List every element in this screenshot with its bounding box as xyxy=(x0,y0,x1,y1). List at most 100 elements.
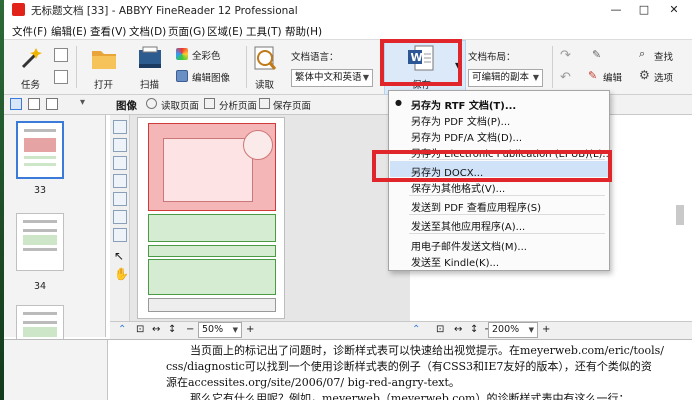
zoom-out-icon[interactable]: − xyxy=(186,324,194,335)
fit-page-icon[interactable]: ⊡ xyxy=(436,324,444,335)
fit-width-icon[interactable]: ↔ xyxy=(454,324,462,335)
menu-area[interactable]: 区域(E) xyxy=(207,24,243,39)
table-area-tool-icon[interactable] xyxy=(113,156,127,170)
layout-select[interactable]: 可编辑的副本 ▼ xyxy=(468,69,543,87)
thumbnail-page-number: 33 xyxy=(34,185,47,196)
save-page-button[interactable]: 保存页面 xyxy=(273,98,311,112)
task-button[interactable]: 任务 xyxy=(12,43,52,93)
scanned-page-image[interactable] xyxy=(137,117,285,319)
title-bar: 无标题文档 [33] - ABBYY FineReader 12 Profess… xyxy=(4,0,692,20)
fit-width-icon[interactable]: ↔ xyxy=(152,324,160,335)
thumbnail-pane-continued xyxy=(4,340,108,400)
text-zoom-value: 200% xyxy=(492,324,520,335)
pencil-icon: ✎ xyxy=(592,48,602,61)
pointer-icon[interactable]: ↖ xyxy=(114,249,124,263)
image-edit-icon xyxy=(176,70,188,82)
save-other-format-item[interactable]: 保存为其他格式(V)... xyxy=(411,180,505,195)
details-view-icon[interactable] xyxy=(46,98,58,110)
color-mode-label: 全彩色 xyxy=(192,51,221,62)
image-zoom-value: 50% xyxy=(202,324,224,335)
background-area-tool-icon[interactable] xyxy=(113,174,127,188)
color-mode-button[interactable]: 全彩色 xyxy=(176,47,248,63)
binoculars-icon: ⌕ xyxy=(639,47,646,60)
text-area[interactable] xyxy=(148,259,276,295)
zoom-in-icon[interactable]: + xyxy=(246,324,254,335)
save-highlight-box xyxy=(380,39,462,86)
hand-icon[interactable]: ✋ xyxy=(114,267,129,281)
document-paragraph-line: css/diagnostic可以找到一个使用诊断样式表的例子（有CSS3和IE7… xyxy=(166,360,652,373)
email-document-item[interactable]: 用电子邮件发送文档(M)... xyxy=(411,238,527,253)
menu-page[interactable]: 页面(G) xyxy=(168,24,205,39)
save-pdfa-item[interactable]: 另存为 PDF/A 文档(D)... xyxy=(411,129,522,144)
find-button[interactable]: ⌕ 查找 xyxy=(639,47,691,64)
doc-language-select[interactable]: 繁体中文和英语 ▼ xyxy=(291,69,373,87)
send-to-pdf-viewer-item[interactable]: 发送到 PDF 查看应用程序(S) xyxy=(411,199,541,214)
thumbnail-pane: 33 34 35 xyxy=(4,115,106,384)
collapse-icon[interactable]: ⌃ xyxy=(118,324,126,335)
menu-view[interactable]: 查看(V) xyxy=(90,24,126,39)
menu-separator xyxy=(409,195,605,196)
delete-area-tool-icon[interactable] xyxy=(113,210,127,224)
resize-area-tool-icon[interactable] xyxy=(113,228,127,242)
doc-language-value: 繁体中文和英语 xyxy=(295,72,362,83)
fit-page-icon[interactable]: ⊡ xyxy=(136,324,144,335)
new-doc-icon[interactable] xyxy=(54,48,68,62)
page-icon[interactable] xyxy=(54,70,68,84)
scan-label: 扫描 xyxy=(140,80,160,91)
menu-file[interactable]: 文件(F) xyxy=(12,24,47,39)
open-button[interactable]: 打开 xyxy=(84,43,124,93)
read-page-icon xyxy=(146,98,157,109)
text-area[interactable] xyxy=(148,298,276,312)
minimize-button[interactable]: — xyxy=(602,0,630,20)
image-zoom-select[interactable]: 50% ▼ xyxy=(198,322,242,338)
options-label: 选项 xyxy=(654,73,674,84)
analyze-page-button[interactable]: 分析页面 xyxy=(219,98,257,112)
read-page-button[interactable]: 读取页面 xyxy=(161,98,199,112)
menu-tools[interactable]: 工具(T) xyxy=(246,24,282,39)
picture-area[interactable] xyxy=(148,123,276,211)
edit-label: 编辑 xyxy=(603,73,623,84)
save-pdf-item[interactable]: 另存为 PDF 文档(P)... xyxy=(411,113,510,128)
page-thumbnail[interactable] xyxy=(16,121,64,179)
menu-document[interactable]: 文档(D) xyxy=(129,24,166,39)
zoom-in-icon[interactable]: + xyxy=(542,324,550,335)
menu-help[interactable]: 帮助(H) xyxy=(285,24,322,39)
send-to-other-app-item[interactable]: 发送至其他应用程序(A)... xyxy=(411,218,525,233)
grid-view-icon[interactable] xyxy=(10,98,22,110)
send-to-kindle-item[interactable]: 发送至 Kindle(K)... xyxy=(411,254,499,269)
scrollbar-thumb[interactable] xyxy=(676,205,684,225)
close-button[interactable]: ✕ xyxy=(660,0,688,20)
picture-area-tool-icon[interactable] xyxy=(113,138,127,152)
image-zoom-bar: ⌃ ⊡ ↔ ↕ − 50% ▼ + xyxy=(110,321,410,339)
save-rtf-item[interactable]: 另存为 RTF 文档(T)... xyxy=(411,97,516,112)
fit-height-icon[interactable]: ↕ xyxy=(168,324,176,335)
redo-icon[interactable]: ↷ xyxy=(560,48,571,63)
open-label: 打开 xyxy=(94,80,114,91)
image-pane-title: 图像 xyxy=(116,100,137,112)
maximize-button[interactable]: □ xyxy=(630,0,658,20)
read-button[interactable]: 读取 xyxy=(249,43,281,93)
text-zoom-bar: ⌃ ⊡ ↔ ↕ − 200% ▼ + xyxy=(410,321,692,339)
undo-icon[interactable]: ↶ xyxy=(560,70,571,85)
list-view-icon[interactable] xyxy=(28,98,40,110)
edit-image-button[interactable]: 编辑图像 xyxy=(176,69,248,85)
pane-menu-icon[interactable]: ▾ xyxy=(80,97,85,108)
barcode-area-tool-icon[interactable] xyxy=(113,192,127,206)
edit-button[interactable]: ✎ 编辑 xyxy=(586,69,630,85)
area-tools: ↖ ✋ xyxy=(110,115,130,321)
options-button[interactable]: ⚙ 选项 xyxy=(639,68,691,85)
chevron-down-icon: ▼ xyxy=(528,326,534,334)
ribbon-separator xyxy=(552,46,553,88)
text-zoom-select[interactable]: 200% ▼ xyxy=(488,322,538,338)
folder-icon xyxy=(92,51,116,69)
edit-aux-button[interactable]: ✎ xyxy=(586,48,630,64)
fit-height-icon[interactable]: ↕ xyxy=(470,324,478,335)
layout-label: 文档布局： xyxy=(468,52,516,63)
text-area-tool-icon[interactable] xyxy=(113,120,127,134)
text-area[interactable] xyxy=(148,245,276,257)
text-area[interactable] xyxy=(148,214,276,242)
page-thumbnail[interactable] xyxy=(16,213,64,271)
scan-button[interactable]: 扫描 xyxy=(130,43,170,93)
menu-edit[interactable]: 编辑(E) xyxy=(51,24,87,39)
collapse-icon[interactable]: ⌃ xyxy=(412,324,420,335)
